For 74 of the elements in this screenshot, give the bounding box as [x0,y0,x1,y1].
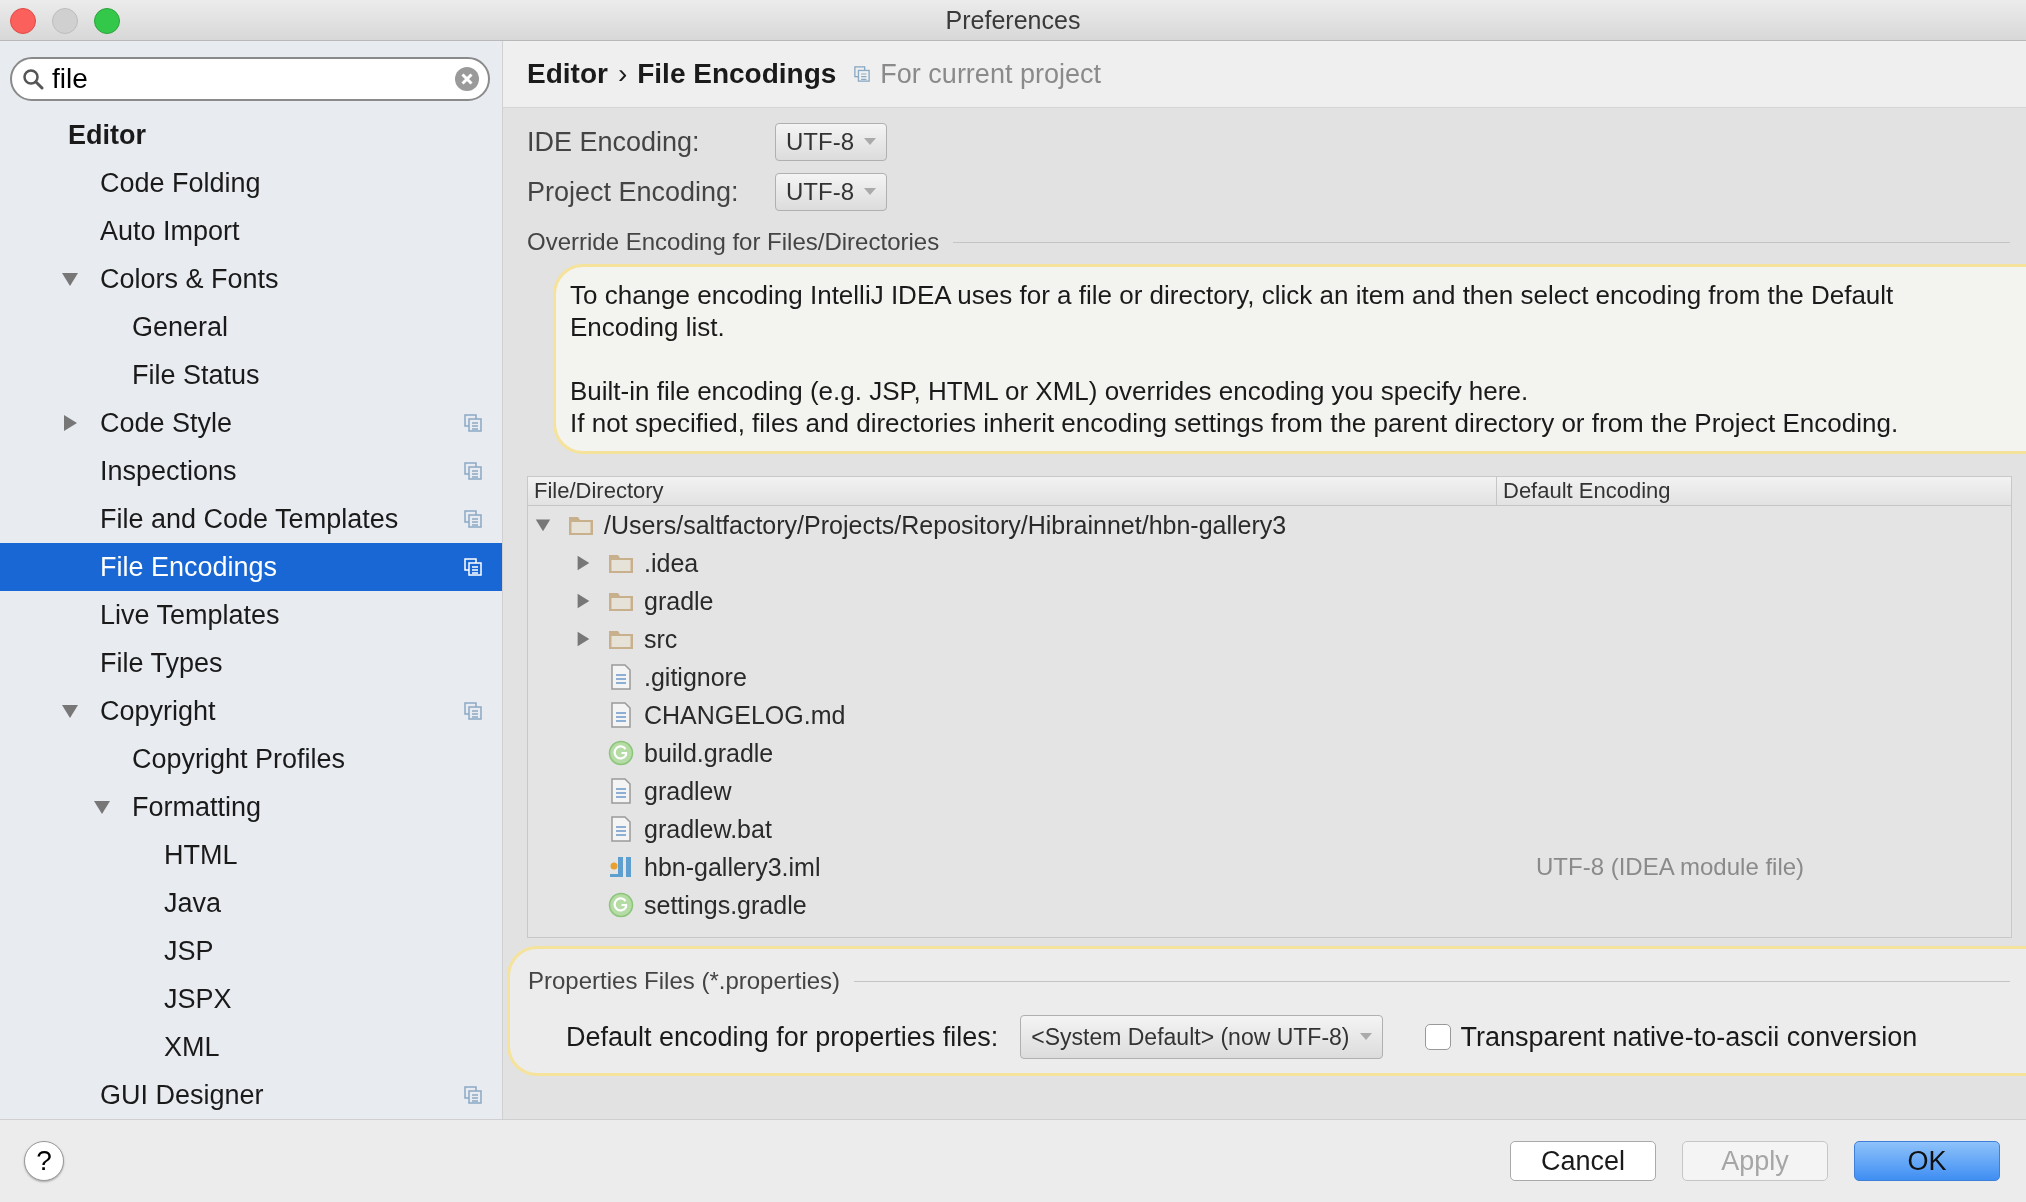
note-text: Built-in file encoding (e.g. JSP, HTML or XML) overrides encoding you specify here. If not specified, files and directories inherit encoding settings from the parent directory or from the Project Encoding. [570,375,1900,439]
tree-item[interactable]: /Users/saltfactory/Projects/Repository/Hibrainnet/hbn-gallery3 [604,510,1287,540]
tree-item[interactable]: settings.gradle [644,890,807,920]
file-icon [608,702,634,728]
sidebar-item[interactable]: File Status [0,351,502,399]
breadcrumb-parent: Editor [527,58,608,90]
sidebar-item[interactable]: Live Templates [0,591,502,639]
checkbox[interactable] [1424,1024,1451,1050]
file-icon [608,778,634,804]
dialog-button[interactable]: Cancel [1510,1141,1656,1181]
sidebar-item[interactable]: Java [0,879,502,927]
tree-item[interactable]: .idea [644,548,699,578]
clear-icon[interactable] [454,66,480,92]
sidebar-item[interactable]: Formatting [0,783,502,831]
sidebar-item[interactable]: JSPX [0,975,502,1023]
sidebar-header[interactable]: Editor [0,111,502,159]
folder-icon [568,514,594,536]
breadcrumb-separator: › [617,58,628,90]
sidebar-item[interactable]: XML [0,1023,502,1071]
checkbox-label[interactable]: Transparent native-to-ascii conversion [1460,1021,1918,1053]
sidebar-item[interactable]: File Types [0,639,502,687]
module-file-icon [608,854,634,880]
sidebar-item[interactable]: GUI Designer [0,1071,502,1119]
file-icon [608,816,634,842]
window-title: Preferences [945,5,1081,35]
sidebar-item[interactable]: JSP [0,927,502,975]
sidebar-item[interactable]: Code Style [0,399,502,447]
tree-item[interactable]: gradle [644,586,714,616]
dropdown-arrow-icon [864,188,876,196]
encoding-dropdown[interactable]: UTF-8 [775,173,887,211]
page-title: File Encodings [637,58,837,90]
help-button[interactable]: ? [24,1141,64,1181]
field-label: IDE Encoding: [527,126,701,158]
note-text: To change encoding IntelliJ IDEA uses for a file or directory, click an item and then select encoding from the Default Encoding list. [570,279,1895,343]
gradle-file-icon [608,892,634,918]
sidebar-item[interactable]: General [0,303,502,351]
field-label: Project Encoding: [527,176,740,208]
tree-item[interactable]: gradlew [644,776,732,806]
column-header[interactable]: Default Encoding [1496,477,2011,505]
sidebar-item[interactable]: Auto Import [0,207,502,255]
dropdown-arrow-icon [1359,1033,1372,1041]
folder-icon [608,590,634,612]
sidebar-item[interactable]: Copyright Profiles [0,735,502,783]
sidebar-item[interactable]: File and Code Templates [0,495,502,543]
tree-item[interactable]: build.gradle [644,738,774,768]
folder-icon [608,628,634,650]
tree-item[interactable]: CHANGELOG.md [644,700,846,730]
zoom-button[interactable] [94,8,120,34]
search-field[interactable]: file [10,57,490,101]
sidebar-item[interactable]: Colors & Fonts [0,255,502,303]
section-title: Properties Files (*.properties) [528,967,841,995]
sidebar-item[interactable]: Copyright [0,687,502,735]
search-icon [22,68,44,90]
close-button[interactable] [10,8,36,34]
tree-item[interactable]: gradlew.bat [644,814,772,844]
field-label: Default encoding for properties files: [566,1021,999,1053]
project-scope-icon [854,66,871,82]
sidebar-item[interactable]: Code Folding [0,159,502,207]
sidebar-item[interactable]: HTML [0,831,502,879]
scope-label: For current project [880,58,1101,90]
dialog-button[interactable]: OK [1854,1141,2000,1181]
tree-item[interactable]: hbn-gallery3.iml [644,852,821,882]
dropdown-arrow-icon [864,138,876,146]
column-header[interactable]: File/Directory [528,477,1496,505]
gradle-file-icon [608,740,634,766]
tree-item[interactable]: .gitignore [644,662,747,692]
tree-item[interactable]: src [644,624,678,654]
sidebar-item[interactable]: Inspections [0,447,502,495]
section-title: Override Encoding for Files/Directories [527,228,940,256]
folder-icon [608,552,634,574]
file-icon [608,664,634,690]
sidebar-item[interactable]: File Encodings [0,543,502,591]
encoding-dropdown[interactable]: UTF-8 [775,123,887,161]
encoding-dropdown[interactable]: <System Default> (now UTF-8) [1020,1015,1383,1059]
